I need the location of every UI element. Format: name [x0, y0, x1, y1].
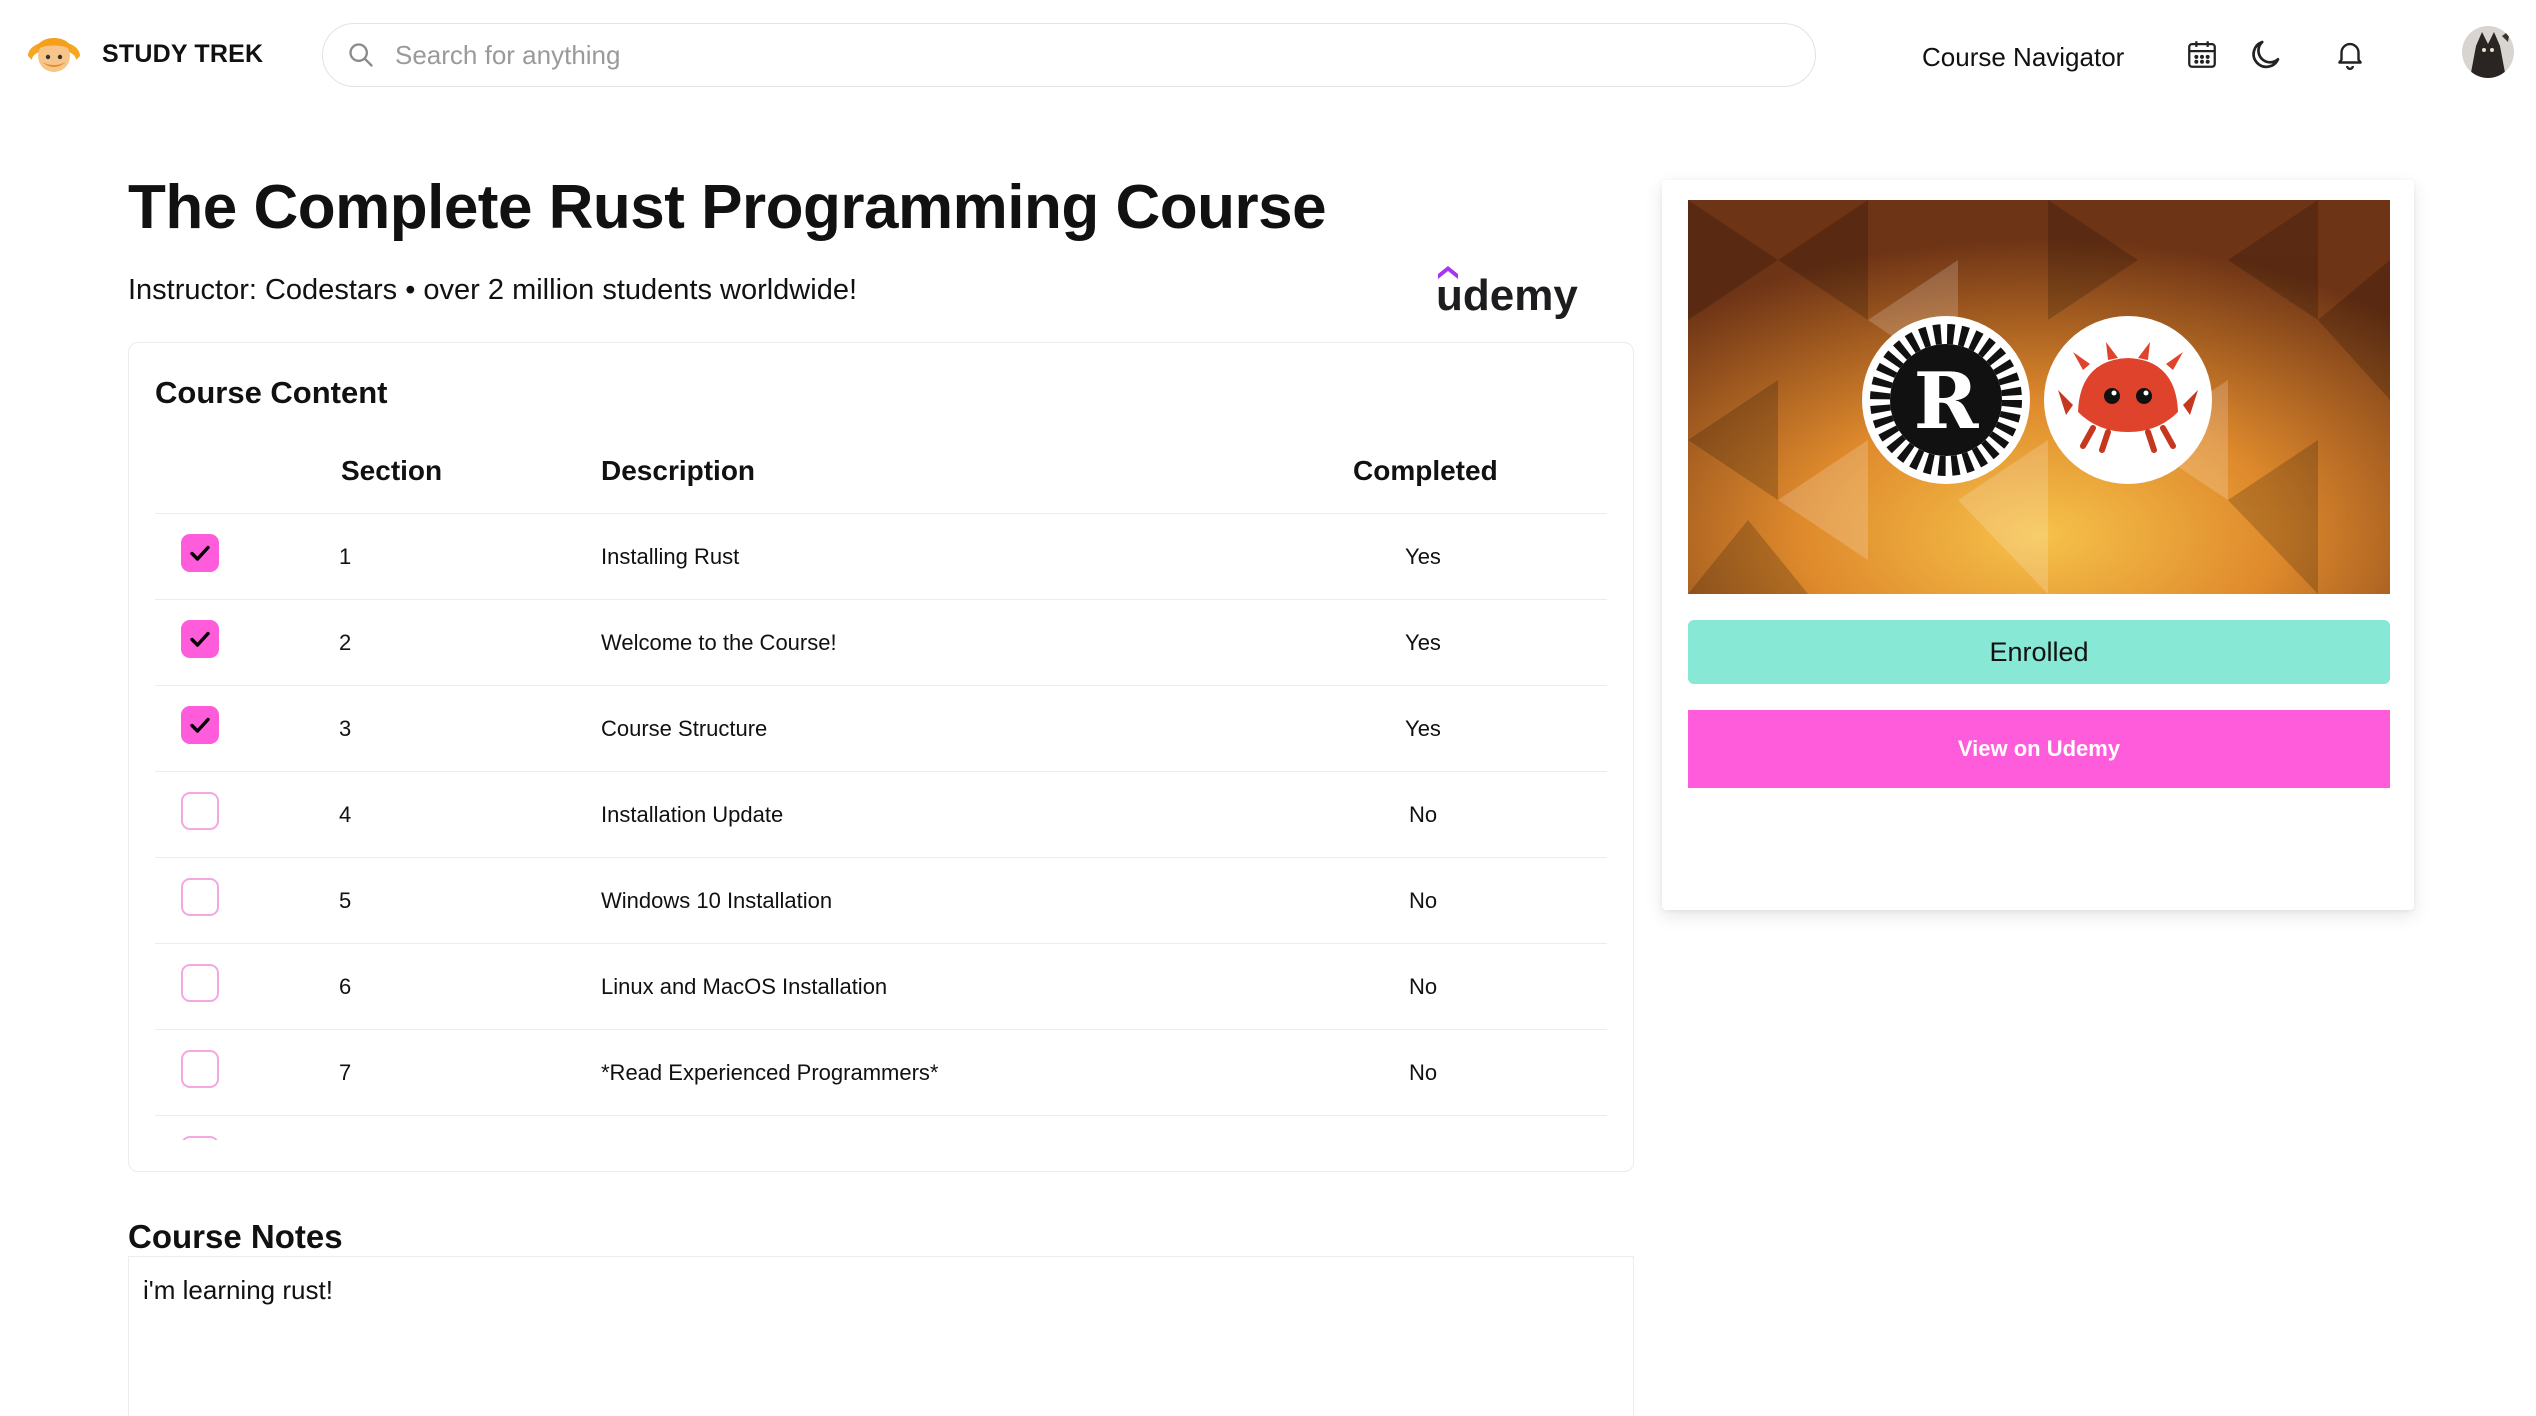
moon-icon[interactable]	[2246, 34, 2286, 74]
completion-checkbox[interactable]	[181, 878, 219, 916]
svg-text:udemy: udemy	[1436, 271, 1578, 320]
svg-text:R: R	[1914, 356, 1980, 447]
table-row: 5 Windows 10 Installation No	[155, 857, 1607, 944]
search-input[interactable]	[393, 38, 1757, 72]
table-row: 3 Course Structure Yes	[155, 685, 1607, 772]
bell-icon[interactable]	[2330, 34, 2370, 74]
course-navigator-link[interactable]: Course Navigator	[1922, 42, 2124, 73]
table-row: 4 Installation Update No	[155, 771, 1607, 858]
column-header-completed: Completed	[1353, 455, 1498, 486]
completed-status: Yes	[1405, 630, 1441, 655]
completed-status: Yes	[1405, 544, 1441, 569]
section-number: 7	[339, 1060, 352, 1085]
section-number: 5	[339, 888, 352, 913]
completed-status: No	[1408, 888, 1438, 913]
completion-checkbox[interactable]	[181, 1136, 219, 1140]
column-header-description: Description	[601, 455, 756, 486]
course-content-title: Course Content	[155, 375, 388, 410]
course-notes-title: Course Notes	[128, 1218, 343, 1255]
table-row: 2 Welcome to the Course! Yes	[155, 599, 1607, 686]
brand-name[interactable]: STUDY TREK	[102, 40, 263, 69]
completed-status: Yes	[1405, 716, 1441, 741]
section-number: 2	[339, 630, 352, 655]
section-description: Installation Update	[601, 802, 784, 827]
table-row: 7 *Read Experienced Programmers* No	[155, 1029, 1607, 1116]
course-content-card: Course Content Section Description Compl…	[128, 342, 1634, 1172]
table-row: 1 Installing Rust Yes	[155, 513, 1607, 600]
course-thumbnail: R	[1688, 200, 2390, 594]
completion-checkbox[interactable]	[181, 792, 219, 830]
completed-status: No	[1408, 802, 1438, 827]
check-icon	[190, 545, 210, 561]
section-description: Course Structure	[601, 716, 768, 741]
section-description: *Read Experienced Programmers*	[601, 1060, 939, 1085]
completion-checkbox[interactable]	[181, 620, 219, 658]
section-description: Installing Rust	[601, 544, 740, 569]
course-notes-input[interactable]	[128, 1256, 1634, 1416]
section-number: 3	[339, 716, 352, 741]
search-icon	[349, 43, 373, 67]
completion-checkbox[interactable]	[181, 964, 219, 1002]
check-icon	[190, 631, 210, 647]
column-header-section: Section	[341, 455, 443, 486]
search-bar[interactable]	[322, 23, 1816, 87]
section-description: Linux and MacOS Installation	[601, 974, 888, 999]
check-icon	[190, 717, 210, 733]
table-row-clipped	[155, 1115, 1607, 1140]
view-on-udemy-button[interactable]: View on Udemy	[1688, 710, 2390, 788]
completion-checkbox[interactable]	[181, 1050, 219, 1088]
calendar-icon[interactable]	[2182, 34, 2222, 74]
completed-status: No	[1408, 974, 1438, 999]
section-description: Windows 10 Installation	[601, 888, 833, 913]
course-side-card: R Enrolled View on Udemy	[1662, 180, 2414, 910]
section-number: 4	[339, 802, 352, 827]
course-subtitle: Instructor: Codestars • over 2 million s…	[128, 274, 858, 306]
section-description: Welcome to the Course!	[601, 630, 837, 655]
completion-checkbox[interactable]	[181, 534, 219, 572]
logo[interactable]	[24, 26, 84, 76]
section-number: 6	[339, 974, 352, 999]
section-number: 1	[339, 544, 352, 569]
completion-checkbox[interactable]	[181, 706, 219, 744]
page-title: The Complete Rust Programming Course	[128, 173, 1327, 242]
udemy-logo: udemy	[1436, 260, 1586, 320]
table-row: 6 Linux and MacOS Installation No	[155, 943, 1607, 1030]
avatar[interactable]	[2462, 26, 2514, 78]
enrolled-button[interactable]: Enrolled	[1688, 620, 2390, 684]
completed-status: No	[1408, 1060, 1438, 1085]
